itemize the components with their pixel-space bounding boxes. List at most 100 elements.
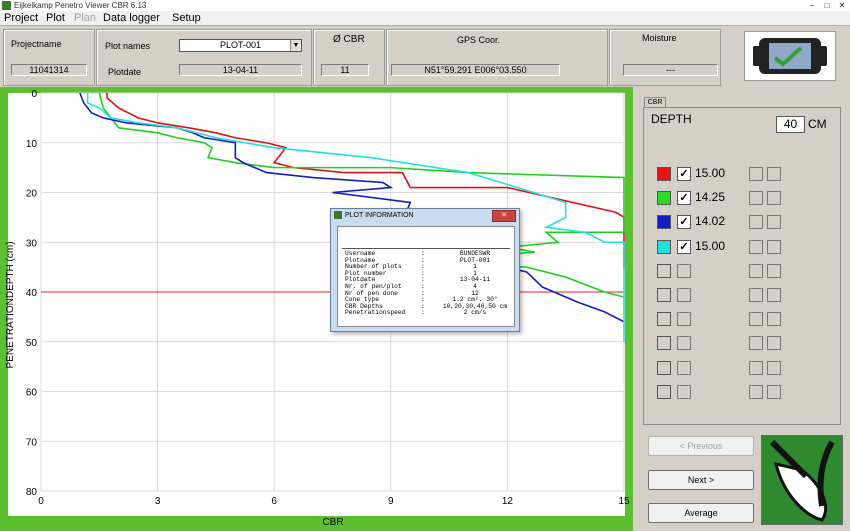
y-tick-label: 0 <box>31 89 37 100</box>
compare-checkbox[interactable] <box>767 167 781 181</box>
x-tick-label: 15 <box>618 496 630 507</box>
series-checkbox[interactable] <box>677 384 691 399</box>
projectname-label: Projectname <box>11 39 62 49</box>
series-checkbox[interactable] <box>677 312 691 327</box>
maximize-button[interactable]: □ <box>820 0 834 11</box>
series-cbr-value: 15.00 <box>695 166 726 180</box>
compare-checkbox[interactable] <box>767 263 781 278</box>
x-tick-label: 6 <box>271 496 277 507</box>
x-axis-label: CBR <box>322 517 343 528</box>
plot-panel: Plot names PLOT-001 ▼ Plotdate 13-04-11 <box>96 29 312 86</box>
menu-plot[interactable]: Plot <box>46 11 65 25</box>
compare-checkbox[interactable] <box>749 239 763 254</box>
x-tick-label: 0 <box>38 496 44 507</box>
depth-label: DEPTH <box>651 112 692 126</box>
menu-project[interactable]: Project <box>4 11 38 25</box>
series-color-swatch <box>657 263 671 278</box>
series-color-swatch <box>657 312 671 327</box>
minimize-button[interactable]: – <box>805 0 819 11</box>
window-title: Eijkelkamp Penetro Viewer CBR 6.13 <box>14 1 147 10</box>
compare-checkbox[interactable] <box>749 336 763 351</box>
compare-checkbox[interactable] <box>767 239 781 254</box>
cbr-chart: 0 3 6 9 12 15 0 10 20 30 40 50 60 70 80 CBR PENETRATIO… <box>5 89 630 528</box>
y-tick-label: 20 <box>26 189 38 200</box>
series-checkbox[interactable]: ✓ <box>677 215 691 230</box>
y-tick-label: 80 <box>26 487 38 498</box>
series-cbr-value: 14.25 <box>695 190 726 205</box>
series-cbr-value: 15.00 <box>695 238 726 253</box>
compare-checkbox[interactable] <box>749 360 763 375</box>
y-tick-label: 60 <box>26 388 38 399</box>
moisture-value: --- <box>623 64 718 76</box>
compare-checkbox[interactable] <box>749 263 763 278</box>
x-tick-label: 9 <box>388 496 394 507</box>
compare-checkbox[interactable] <box>749 312 763 327</box>
series-color-swatch <box>657 384 671 399</box>
app-icon <box>2 1 11 10</box>
y-tick-label: 30 <box>26 238 38 249</box>
compare-checkbox[interactable] <box>767 312 781 327</box>
projectname-panel: Projectname 11041314 <box>3 29 95 86</box>
dialog-body: Username: BUNDESWR Plotname: PLOT-001 Number… <box>337 226 515 327</box>
depth-unit: CM <box>808 117 827 131</box>
plotnames-label: Plot names <box>105 41 151 51</box>
compare-checkbox[interactable] <box>749 215 763 230</box>
chevron-down-icon[interactable]: ▼ <box>290 40 301 51</box>
plot-info-row: Penetrationspeed: 2 cm/s <box>342 310 510 317</box>
series-checkbox[interactable] <box>677 288 691 302</box>
compare-checkbox[interactable] <box>749 384 763 399</box>
menu-plan[interactable]: Plan <box>74 11 96 25</box>
compare-checkbox[interactable] <box>749 167 763 181</box>
compare-checkbox[interactable] <box>749 288 763 302</box>
depth-panel <box>643 107 841 425</box>
compare-checkbox[interactable] <box>749 191 763 206</box>
series-checkbox[interactable] <box>677 360 691 375</box>
series-color-swatch <box>657 336 671 351</box>
menu-data-logger[interactable]: Data logger <box>103 11 160 25</box>
depth-input[interactable]: 40 <box>776 116 805 133</box>
y-axis-label: PENETRATIONDEPTH (cm) <box>5 241 16 368</box>
y-tick-label: 10 <box>26 139 38 150</box>
compare-checkbox[interactable] <box>767 360 781 375</box>
average-button[interactable]: Average <box>648 503 754 523</box>
dialog-title: PLOT INFORMATION <box>345 212 414 219</box>
series-color-swatch <box>657 191 671 206</box>
x-tick-label: 3 <box>155 496 161 507</box>
cbr-panel: Ø CBR 11 <box>313 29 385 86</box>
series-checkbox[interactable]: ✓ <box>677 239 691 254</box>
y-tick-label: 40 <box>26 288 38 299</box>
series-cbr-value: 14.02 <box>695 214 726 229</box>
series-checkbox[interactable] <box>677 336 691 351</box>
next-button[interactable]: Next > <box>648 470 754 490</box>
series-checkbox[interactable]: ✓ <box>677 167 691 181</box>
plotdate-label: Plotdate <box>108 67 142 77</box>
cbr-label: Ø CBR <box>333 34 365 45</box>
menu-setup[interactable]: Setup <box>172 11 201 25</box>
gps-value: N51°59.291 E006°03.550 <box>391 64 560 76</box>
close-button[interactable]: ✕ <box>835 0 849 11</box>
compare-checkbox[interactable] <box>767 191 781 206</box>
series-checkbox[interactable] <box>677 263 691 278</box>
dialog-close-button[interactable]: ✕ <box>492 210 516 222</box>
series-color-swatch <box>657 288 671 302</box>
plot-information-dialog: PLOT INFORMATION ✕ Username: BUNDESWR Plot… <box>330 208 520 332</box>
compare-checkbox[interactable] <box>767 384 781 399</box>
dialog-app-icon <box>334 211 342 219</box>
y-tick-label: 50 <box>26 338 38 349</box>
gps-panel: GPS Coor. N51°59.291 E006°03.550 <box>386 29 608 86</box>
menu-bar: Project Plot Plan Data logger Setup <box>0 11 850 26</box>
series-checkbox[interactable]: ✓ <box>677 191 691 206</box>
series-color-swatch <box>657 167 671 181</box>
plot-info-separator: : <box>421 309 425 317</box>
previous-button[interactable]: < Previous <box>648 436 754 456</box>
eijkelkamp-logo <box>761 435 843 525</box>
plot-info-value: 2 cm/s <box>463 309 487 317</box>
compare-checkbox[interactable] <box>767 288 781 302</box>
y-tick-label: 70 <box>26 437 38 448</box>
compare-checkbox[interactable] <box>767 215 781 230</box>
series-color-swatch <box>657 215 671 230</box>
compare-checkbox[interactable] <box>767 336 781 351</box>
plotnames-select[interactable]: PLOT-001 ▼ <box>179 39 302 52</box>
plotdate-value: 13-04-11 <box>179 64 302 76</box>
penetrologger-device-icon <box>744 31 836 81</box>
